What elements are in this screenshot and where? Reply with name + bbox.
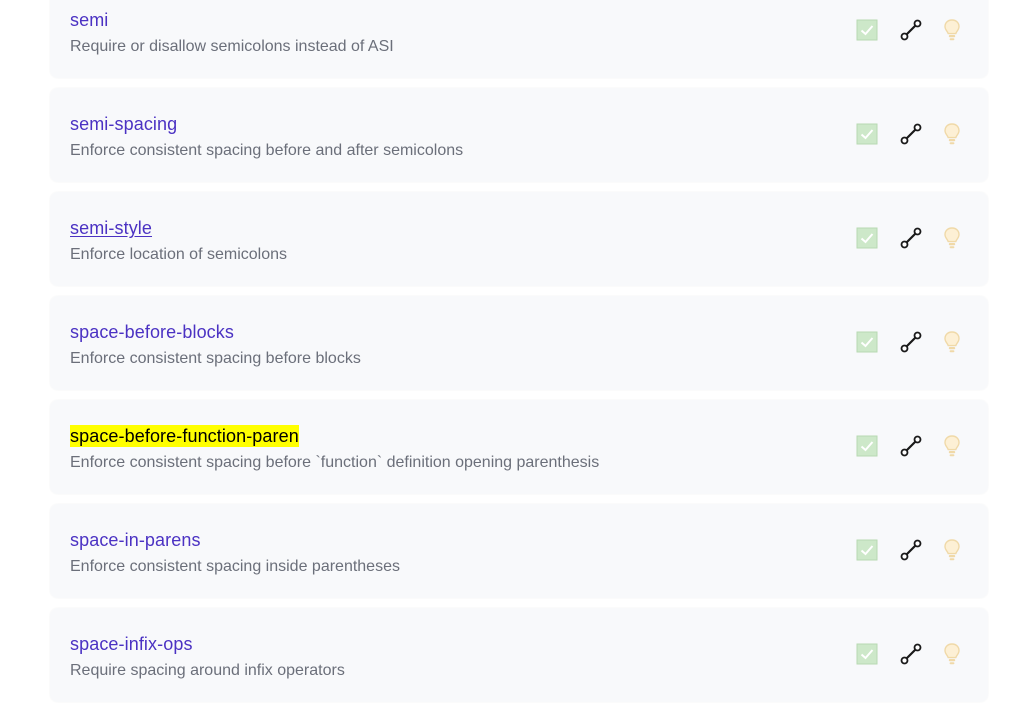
rule-card: space-in-parens Enforce consistent spaci… — [50, 504, 988, 598]
rule-badges — [855, 434, 964, 458]
rule-description: Enforce consistent spacing inside parent… — [70, 558, 400, 575]
rule-link-semi-spacing[interactable]: semi-spacing — [70, 113, 177, 135]
rule-link-semi[interactable]: semi — [70, 9, 108, 31]
rule-link-semi-style[interactable]: semi-style — [70, 217, 152, 239]
lightbulb-icon — [940, 434, 964, 458]
rule-link-space-before-blocks[interactable]: space-before-blocks — [70, 321, 234, 343]
rule-card: space-infix-ops Require spacing around i… — [50, 608, 988, 702]
wrench-icon — [899, 18, 923, 42]
lightbulb-icon — [940, 538, 964, 562]
wrench-icon — [899, 122, 923, 146]
checkbox-check-icon — [855, 330, 879, 354]
rule-link-space-before-function-paren[interactable]: space-before-function-paren — [70, 425, 299, 447]
checkbox-check-icon — [855, 434, 879, 458]
rule-description: Require spacing around infix operators — [70, 662, 345, 679]
rule-description: Enforce location of semicolons — [70, 246, 287, 263]
checkbox-check-icon — [855, 18, 879, 42]
lightbulb-icon — [940, 330, 964, 354]
wrench-icon — [899, 642, 923, 666]
lightbulb-icon — [940, 122, 964, 146]
rules-list: semi Require or disallow semicolons inst… — [50, 0, 988, 712]
rule-badges — [855, 538, 964, 562]
checkbox-check-icon — [855, 226, 879, 250]
rule-description: Enforce consistent spacing before blocks — [70, 350, 361, 367]
checkbox-check-icon — [855, 122, 879, 146]
rule-badges — [855, 330, 964, 354]
rule-badges — [855, 642, 964, 666]
rule-card: semi-spacing Enforce consistent spacing … — [50, 88, 988, 182]
checkbox-check-icon — [855, 538, 879, 562]
rule-badges — [855, 18, 964, 42]
rule-link-space-infix-ops[interactable]: space-infix-ops — [70, 633, 193, 655]
rule-card: semi-style Enforce location of semicolon… — [50, 192, 988, 286]
rule-description: Enforce consistent spacing before and af… — [70, 142, 464, 159]
rule-description: Require or disallow semicolons instead o… — [70, 38, 394, 55]
rule-link-space-in-parens[interactable]: space-in-parens — [70, 529, 201, 551]
rule-card: space-before-blocks Enforce consistent s… — [50, 296, 988, 390]
lightbulb-icon — [940, 226, 964, 250]
wrench-icon — [899, 434, 923, 458]
rule-badges — [855, 226, 964, 250]
rule-card: space-before-function-paren Enforce cons… — [50, 400, 988, 494]
rule-badges — [855, 122, 964, 146]
lightbulb-icon — [940, 18, 964, 42]
wrench-icon — [899, 330, 923, 354]
wrench-icon — [899, 538, 923, 562]
rule-description: Enforce consistent spacing before `funct… — [70, 454, 600, 471]
wrench-icon — [899, 226, 923, 250]
checkbox-check-icon — [855, 642, 879, 666]
lightbulb-icon — [940, 642, 964, 666]
rule-card: semi Require or disallow semicolons inst… — [50, 0, 988, 78]
